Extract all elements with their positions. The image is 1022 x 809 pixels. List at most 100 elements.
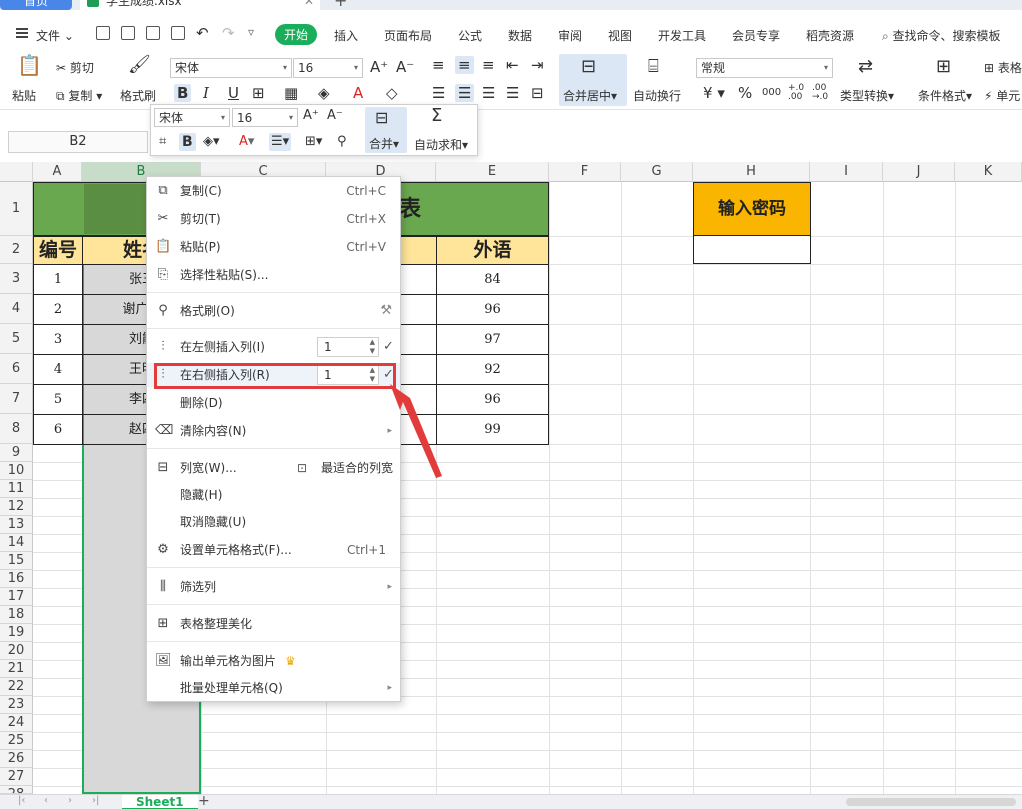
undo-icon[interactable]: ↶: [196, 24, 209, 42]
percent-button[interactable]: %: [738, 84, 752, 102]
mini-autosum-button[interactable]: 自动求和▾: [414, 136, 468, 153]
password-label-cell[interactable]: 输入密码: [693, 182, 811, 236]
wrap-text-icon[interactable]: ⌸: [648, 58, 659, 76]
align-left-icon[interactable]: ☰: [432, 84, 445, 102]
row-header[interactable]: 22: [0, 678, 33, 696]
row-header[interactable]: 27: [0, 768, 33, 786]
convert-type-icon[interactable]: ⇄: [858, 58, 873, 76]
mini-fill-color-icon[interactable]: ◈▾: [203, 133, 220, 151]
mini-merge-group[interactable]: ⊟ 合并▾: [365, 107, 407, 153]
column-header[interactable]: K: [955, 162, 1022, 182]
row-header[interactable]: 2: [0, 236, 33, 264]
table-style-button[interactable]: ⊞ 表格: [984, 59, 1022, 76]
cell-english[interactable]: 96: [436, 294, 549, 325]
close-tab-icon[interactable]: ✕: [304, 0, 314, 10]
row-header[interactable]: 28: [0, 786, 33, 794]
menu-batch[interactable]: 批量处理单元格(Q) ▸: [147, 676, 400, 700]
justify-icon[interactable]: ☰: [506, 84, 519, 102]
menu-paste-special[interactable]: ⎘ 选择性粘贴(S)...: [147, 263, 400, 287]
row-header[interactable]: 17: [0, 588, 33, 606]
row-header[interactable]: 5: [0, 324, 33, 354]
convert-type-button[interactable]: 类型转换▾: [840, 87, 894, 104]
row-header[interactable]: 1: [0, 182, 33, 236]
menu-clear[interactable]: ⌫ 清除内容(N) ▸: [147, 419, 400, 443]
sheet-tab[interactable]: Sheet1: [122, 795, 198, 809]
column-header[interactable]: H: [693, 162, 810, 182]
menu-start[interactable]: 开始: [275, 24, 318, 45]
single-cell-button[interactable]: ⚡ 单元: [984, 87, 1020, 104]
cell-english[interactable]: 96: [436, 384, 549, 415]
font-color-icon[interactable]: A: [353, 84, 363, 102]
row-header[interactable]: 10: [0, 462, 33, 480]
sheet-nav-prev-icon[interactable]: ‹: [44, 795, 48, 806]
row-header[interactable]: 21: [0, 660, 33, 678]
decrease-font-icon[interactable]: A⁻: [396, 58, 414, 76]
tab-document[interactable]: 学生成绩.xlsx ✕: [80, 0, 320, 10]
fill-color-icon[interactable]: ◈: [318, 84, 330, 102]
print-preview-icon[interactable]: [171, 26, 185, 40]
copy-button[interactable]: ⧉ 复制 ▾: [56, 87, 102, 104]
decrease-decimal-button[interactable]: .00 →.0: [812, 84, 828, 102]
align-bottom-icon[interactable]: ≡: [482, 56, 495, 74]
conditional-format-button[interactable]: 条件格式▾: [918, 87, 972, 104]
bold-button[interactable]: B: [174, 84, 192, 102]
format-painter-pin-icon[interactable]: ⚒: [380, 299, 392, 323]
row-header[interactable]: 11: [0, 480, 33, 498]
autosum-icon[interactable]: Σ: [431, 107, 442, 125]
paste-icon[interactable]: 📋: [17, 55, 42, 75]
number-format-select[interactable]: 常规 ▾: [696, 58, 833, 78]
add-sheet-button[interactable]: +: [198, 793, 210, 809]
mini-format-painter-icon[interactable]: ⚲: [337, 133, 347, 151]
font-select[interactable]: 宋体 ▾: [170, 58, 292, 78]
thousands-button[interactable]: 000: [762, 84, 781, 102]
indent-decrease-icon[interactable]: ⇤: [506, 56, 519, 74]
menu-icon[interactable]: [16, 28, 28, 38]
command-search[interactable]: ⌕ 查找命令、搜索模板: [882, 27, 1001, 44]
menu-format-cells[interactable]: ⚙ 设置单元格格式(F)... Ctrl+1: [147, 538, 400, 562]
mini-font-select[interactable]: 宋体 ▾: [154, 108, 230, 127]
wrap-text-button[interactable]: 自动换行: [633, 87, 681, 104]
sheet-nav-first-icon[interactable]: |‹: [18, 795, 25, 806]
menu-member[interactable]: 会员专享: [732, 27, 780, 44]
menu-insert[interactable]: 插入: [334, 27, 358, 44]
row-header[interactable]: 18: [0, 606, 33, 624]
menu-view[interactable]: 视图: [608, 27, 632, 44]
insert-right-count[interactable]: 1 ▲ ▼: [317, 365, 379, 385]
row-header[interactable]: 23: [0, 696, 33, 714]
conditional-format-icon[interactable]: ⊞: [936, 58, 951, 76]
menu-insert-right[interactable]: ⫶ 在右侧插入列(R) 1 ▲ ▼ ✓: [147, 363, 400, 387]
menu-best-fit[interactable]: 最适合的列宽: [321, 456, 393, 480]
border-icon[interactable]: ⊞: [252, 84, 265, 102]
mini-select-icon[interactable]: ⌗: [159, 133, 166, 151]
cell-id[interactable]: 1: [33, 264, 83, 295]
password-input-cell[interactable]: [693, 235, 811, 264]
menu-data[interactable]: 数据: [508, 27, 532, 44]
menu-filter-column[interactable]: ⫼ 筛选列 ▸: [147, 575, 400, 599]
cell-english[interactable]: 97: [436, 324, 549, 355]
save-icon[interactable]: [96, 26, 110, 40]
confirm-check-icon[interactable]: ✓: [383, 363, 394, 387]
column-header[interactable]: G: [621, 162, 693, 182]
row-header[interactable]: 6: [0, 354, 33, 384]
column-header[interactable]: J: [883, 162, 955, 182]
sheet-nav-last-icon[interactable]: ›|: [92, 795, 99, 806]
mini-decrease-font-icon[interactable]: A⁻: [327, 107, 343, 125]
align-center-icon[interactable]: ☰: [455, 84, 475, 102]
row-header[interactable]: 26: [0, 750, 33, 768]
redo-icon[interactable]: ↷: [222, 24, 235, 42]
customize-icon[interactable]: ▿: [248, 25, 254, 39]
increase-decimal-button[interactable]: +.0 .00: [788, 84, 804, 102]
row-header[interactable]: 16: [0, 570, 33, 588]
merge-center-group[interactable]: ⊟ 合并居中▾: [559, 54, 627, 106]
row-header[interactable]: 19: [0, 624, 33, 642]
menu-format-painter[interactable]: ⚲ 格式刷(O) ⚒: [147, 299, 400, 323]
mini-font-color-icon[interactable]: A▾: [239, 133, 254, 151]
menu-unhide[interactable]: 取消隐藏(U): [147, 510, 400, 534]
cell-english[interactable]: 84: [436, 264, 549, 295]
name-box[interactable]: B2: [8, 131, 148, 153]
column-header[interactable]: F: [549, 162, 621, 182]
mini-bold-button[interactable]: B: [179, 133, 196, 151]
cell-id[interactable]: 4: [33, 354, 83, 385]
menu-developer[interactable]: 开发工具: [658, 27, 706, 44]
column-header[interactable]: I: [810, 162, 883, 182]
